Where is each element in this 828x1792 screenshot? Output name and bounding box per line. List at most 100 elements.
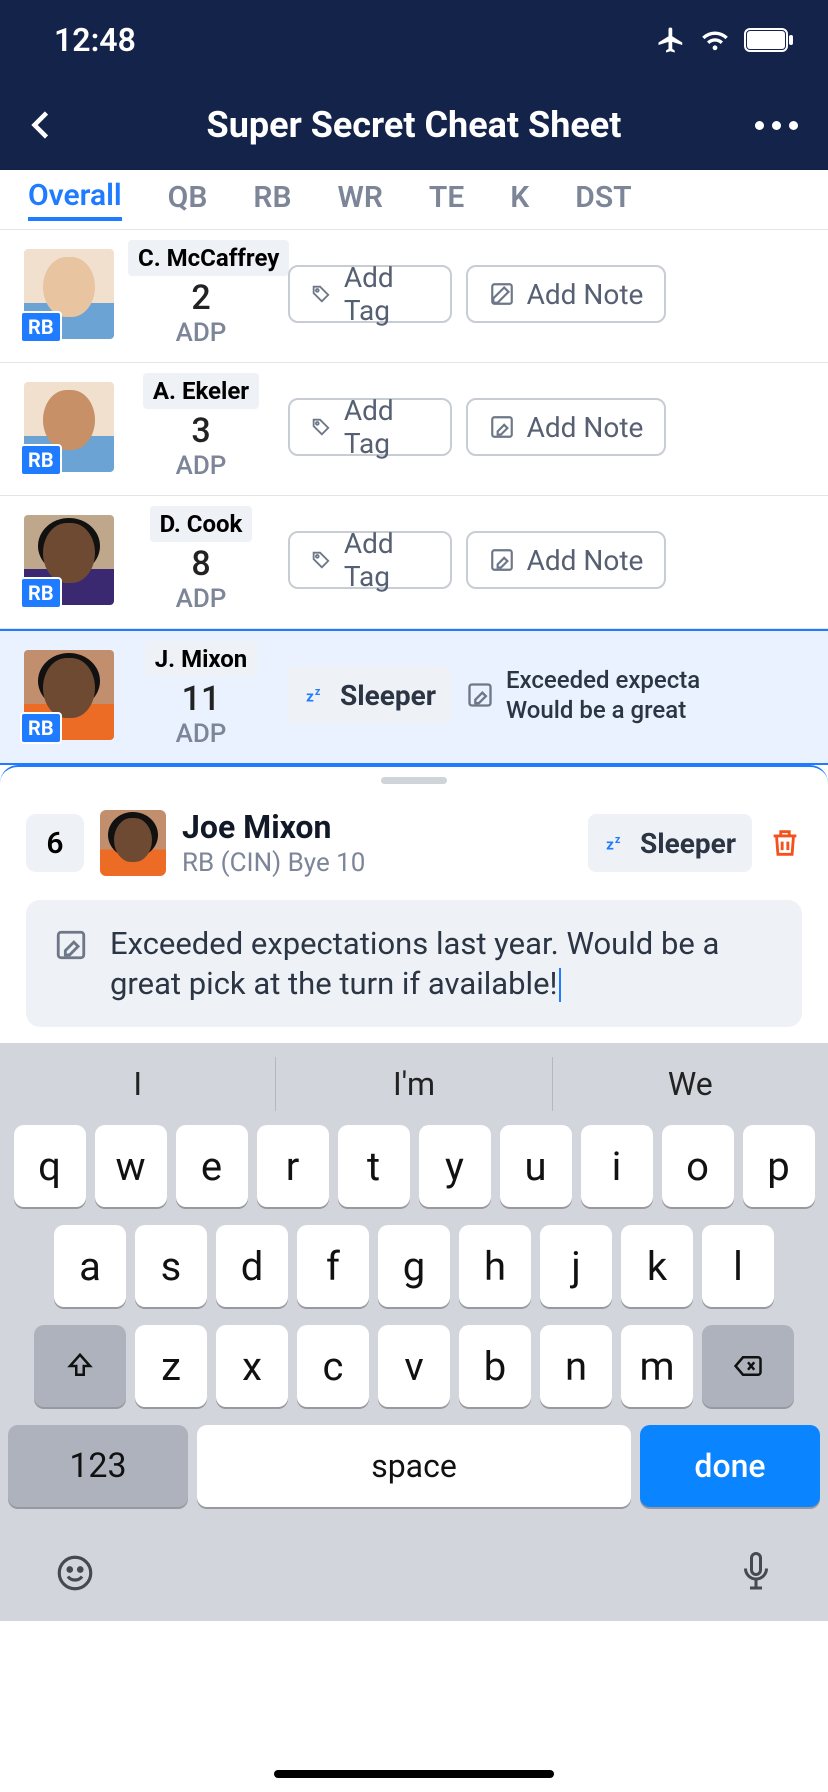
status-bar: 12:48 [0,0,828,80]
tag-icon [310,547,332,573]
delete-button[interactable] [768,824,802,862]
tab-te[interactable]: TE [429,180,464,219]
key-c[interactable]: c [297,1325,369,1407]
edit-icon [489,414,515,440]
done-key[interactable]: done [640,1425,820,1507]
sheet-player-meta: RB (CIN) Bye 10 [182,848,365,878]
wifi-icon [700,28,730,52]
note-text[interactable]: Exceeded expectations last year. Would b… [110,924,774,1003]
edit-icon [489,281,515,307]
svg-text:z: z [315,685,321,698]
key-a[interactable]: a [54,1225,126,1307]
key-x[interactable]: x [216,1325,288,1407]
rank-box: 6 [26,814,84,872]
numbers-key[interactable]: 123 [8,1425,188,1507]
suggestion[interactable]: We [553,1043,828,1125]
sleeper-tag[interactable]: zz Sleeper [588,814,752,872]
key-s[interactable]: s [135,1225,207,1307]
tag-icon [310,414,332,440]
sleeper-tag[interactable]: zz Sleeper [288,666,452,724]
keyboard-footer [0,1525,828,1621]
edit-icon [54,928,88,962]
note-preview[interactable]: Exceeded expecta Would be a great [466,665,706,725]
key-o[interactable]: o [662,1125,734,1207]
tab-qb[interactable]: QB [168,180,208,219]
backspace-icon [731,1351,765,1381]
key-d[interactable]: d [216,1225,288,1307]
key-f[interactable]: f [297,1225,369,1307]
add-note-button[interactable]: Add Note [466,265,666,323]
backspace-key[interactable] [702,1325,794,1407]
key-b[interactable]: b [459,1325,531,1407]
dictation-button[interactable] [738,1550,774,1596]
home-indicator[interactable] [274,1770,554,1778]
key-j[interactable]: j [540,1225,612,1307]
key-n[interactable]: n [540,1325,612,1407]
emoji-button[interactable] [54,1552,96,1594]
position-badge: RB [20,577,62,609]
key-v[interactable]: v [378,1325,450,1407]
shift-icon [65,1351,95,1381]
position-badge: RB [20,712,62,744]
player-row[interactable]: RB D. Cook 8 ADP Add Tag Add Note [0,496,828,629]
tab-k[interactable]: K [510,180,529,219]
key-i[interactable]: i [581,1125,653,1207]
sleeper-icon: zz [304,682,330,708]
tab-dst[interactable]: DST [575,180,631,219]
player-row[interactable]: RB C. McCaffrey 2 ADP Add Tag Add Note [0,230,828,363]
position-badge: RB [20,311,62,343]
drag-handle[interactable] [381,777,447,784]
player-detail-sheet: 6 Joe Mixon RB (CIN) Bye 10 zz Sleeper E… [0,765,828,1027]
add-tag-button[interactable]: Add Tag [288,531,452,589]
player-name: C. McCaffrey [128,240,289,276]
status-time: 12:48 [54,21,136,59]
suggestion[interactable]: I [0,1043,275,1125]
tab-rb[interactable]: RB [253,180,291,219]
more-button[interactable] [755,121,798,130]
tab-wr[interactable]: WR [338,180,383,219]
key-h[interactable]: h [459,1225,531,1307]
svg-text:z: z [306,688,314,706]
key-u[interactable]: u [500,1125,572,1207]
edit-icon [466,681,494,709]
key-p[interactable]: p [743,1125,815,1207]
key-z[interactable]: z [135,1325,207,1407]
key-g[interactable]: g [378,1225,450,1307]
svg-text:z: z [615,833,621,846]
key-l[interactable]: l [702,1225,774,1307]
player-name: A. Ekeler [143,373,259,409]
tab-overall[interactable]: Overall [28,178,122,221]
key-r[interactable]: r [257,1125,329,1207]
player-name: D. Cook [150,506,253,542]
player-avatar: RB [24,249,114,339]
space-key[interactable]: space [197,1425,631,1507]
player-row[interactable]: RB J. Mixon 11 ADP zz Sleeper Exceeded e… [0,629,828,765]
key-k[interactable]: k [621,1225,693,1307]
adp-label: ADP [128,451,274,481]
key-m[interactable]: m [621,1325,693,1407]
svg-text:z: z [606,836,614,854]
shift-key[interactable] [34,1325,126,1407]
key-t[interactable]: t [338,1125,410,1207]
edit-icon [489,547,515,573]
player-avatar: RB [24,515,114,605]
add-tag-button[interactable]: Add Tag [288,265,452,323]
suggestion-bar: I I'm We [0,1043,828,1125]
key-e[interactable]: e [176,1125,248,1207]
add-note-button[interactable]: Add Note [466,398,666,456]
add-note-button[interactable]: Add Note [466,531,666,589]
note-editor[interactable]: Exceeded expectations last year. Would b… [26,900,802,1027]
sheet-avatar [100,810,166,876]
adp-value: 3 [128,411,274,451]
suggestion[interactable]: I'm [276,1043,551,1125]
text-caret [559,968,561,1002]
nav-bar: Super Secret Cheat Sheet [0,80,828,170]
player-name: J. Mixon [145,641,258,677]
key-q[interactable]: q [14,1125,86,1207]
key-w[interactable]: w [95,1125,167,1207]
add-tag-button[interactable]: Add Tag [288,398,452,456]
player-row[interactable]: RB A. Ekeler 3 ADP Add Tag Add Note [0,363,828,496]
position-tabs: Overall QB RB WR TE K DST [0,170,828,230]
key-y[interactable]: y [419,1125,491,1207]
page-title: Super Secret Cheat Sheet [0,104,828,146]
